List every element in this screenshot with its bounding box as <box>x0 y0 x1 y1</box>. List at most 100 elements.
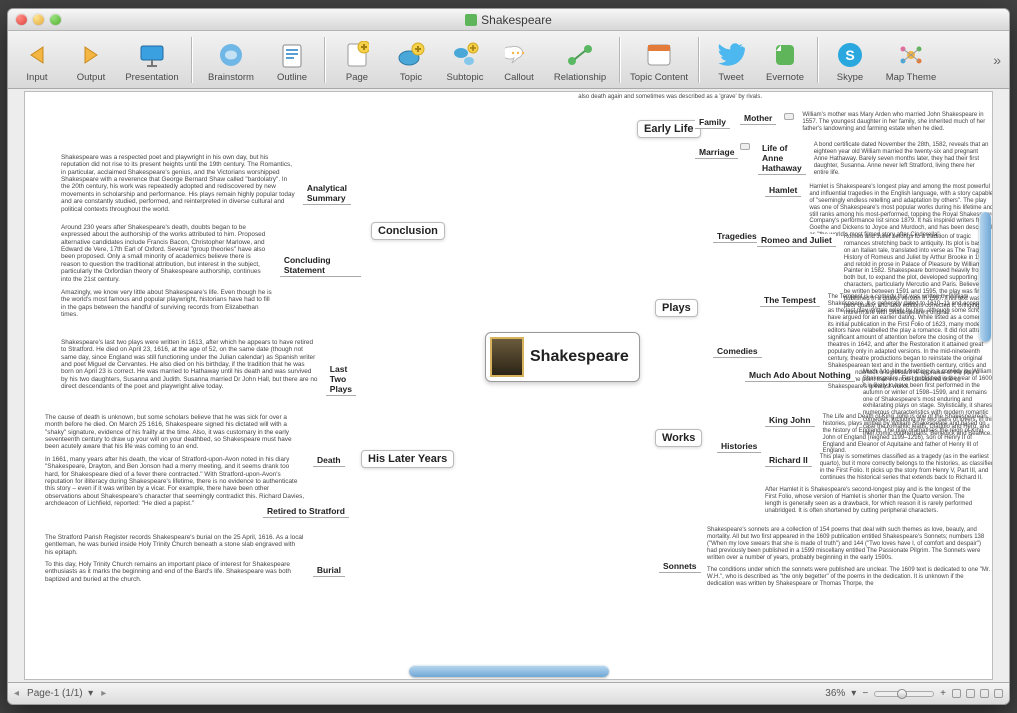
subtopic-family[interactable]: Family <box>695 116 730 129</box>
evernote-button[interactable]: Evernote <box>758 37 812 83</box>
page-menu[interactable]: Page-1 (1/1) ▾ <box>27 688 93 699</box>
subtopic-button[interactable]: Subtopic <box>438 37 492 83</box>
callout-button[interactable]: Callout <box>492 37 546 83</box>
separator <box>817 37 818 83</box>
traffic-lights <box>16 14 61 25</box>
subtopic-burial[interactable]: Burial <box>313 564 345 577</box>
subtopic-concluding-statement[interactable]: Concluding Statement <box>280 254 361 277</box>
subtopic-last-two-plays[interactable]: Last Two Plays <box>326 363 356 396</box>
skype-button[interactable]: S Skype <box>823 37 877 83</box>
outline-icon <box>277 40 307 70</box>
view-mode-4-icon[interactable] <box>994 689 1003 698</box>
topic-conclusion[interactable]: Conclusion <box>371 222 445 240</box>
brainstorm-icon <box>216 40 246 70</box>
note-sonnets-pre: After Hamlet it is Shakespeare's second-… <box>765 487 975 515</box>
subtopic-histories[interactable]: Histories <box>717 440 761 453</box>
leaf-anne[interactable]: Life of Anne Hathaway <box>758 142 806 175</box>
view-mode-1-icon[interactable] <box>952 689 961 698</box>
callout-icon <box>504 40 534 70</box>
view-mode-icons <box>952 689 1003 698</box>
note-burial-2: To this day, Holy Trinity Church remains… <box>45 561 305 583</box>
app-window: Shakespeare Input Output Presentat <box>7 8 1010 705</box>
clipped-note: also death again and sometimes was descr… <box>578 94 762 101</box>
topic-later-years[interactable]: His Later Years <box>361 450 454 468</box>
view-mode-2-icon[interactable] <box>966 689 975 698</box>
note-concluding-2: Amazingly, we know very little about Sha… <box>61 289 272 318</box>
root-topic[interactable]: Shakespeare <box>485 332 640 382</box>
leaf-mother[interactable]: Mother <box>740 112 776 125</box>
note-mother: William's mother was Mary Arden who marr… <box>802 112 990 133</box>
input-button[interactable]: Input <box>10 37 64 83</box>
close-icon[interactable] <box>16 14 27 25</box>
note-richard-ii: This play is sometimes classified as a t… <box>820 454 993 482</box>
separator <box>324 37 325 83</box>
map-theme-button[interactable]: Map Theme <box>877 37 945 83</box>
view-mode-3-icon[interactable] <box>980 689 989 698</box>
presentation-button[interactable]: Presentation <box>118 37 186 83</box>
skype-icon: S <box>835 40 865 70</box>
zoom-menu-icon[interactable]: ▾ <box>851 688 856 699</box>
vertical-scrollbar[interactable] <box>979 212 991 342</box>
topic-works[interactable]: Works <box>655 429 702 447</box>
presentation-icon <box>137 40 167 70</box>
topic-button[interactable]: Topic <box>384 37 438 83</box>
output-button[interactable]: Output <box>64 37 118 83</box>
mindmap-canvas[interactable]: also death again and sometimes was descr… <box>24 91 993 680</box>
leaf-tempest[interactable]: The Tempest <box>760 294 820 307</box>
page-icon <box>342 40 372 70</box>
zoom-in-icon[interactable]: + <box>940 688 946 699</box>
subtopic-comedies[interactable]: Comedies <box>713 345 762 358</box>
topic-content-button[interactable]: Topic Content <box>625 37 693 83</box>
topic-plays[interactable]: Plays <box>655 299 698 317</box>
toolbar: Input Output Presentation Brains <box>8 31 1009 89</box>
subtopic-sonnets[interactable]: Sonnets <box>659 560 701 573</box>
chevron-left-icon[interactable]: ◂ <box>14 688 19 699</box>
note-sonnets-3: The conditions under which the sonnets w… <box>707 567 992 588</box>
attachment-icon[interactable] <box>784 113 794 120</box>
evernote-icon <box>770 40 800 70</box>
note-burial-1: The Stratford Parish Register records Sh… <box>45 534 305 556</box>
note-sonnets-2: Shakespeare's sonnets are a collection o… <box>707 527 992 561</box>
subtopic-tragedies[interactable]: Tragedies <box>713 230 761 243</box>
leaf-romeo[interactable]: Romeo and Juliet <box>757 234 836 247</box>
portrait-image <box>490 337 524 377</box>
zoom-out-icon[interactable]: − <box>862 688 868 699</box>
svg-text:S: S <box>845 47 854 63</box>
subtopic-retired[interactable]: Retired to Stratford <box>263 505 349 518</box>
relationship-button[interactable]: Relationship <box>546 37 614 83</box>
note-analytical-summary: Shakespeare was a respected poet and pla… <box>61 154 295 213</box>
separator <box>191 37 192 83</box>
leaf-much-ado[interactable]: Much Ado About Nothing <box>745 369 855 382</box>
slider-knob[interactable] <box>897 689 907 699</box>
topic-icon <box>396 40 426 70</box>
brainstorm-button[interactable]: Brainstorm <box>197 37 265 83</box>
note-death-1: The cause of death is unknown, but some … <box>45 414 305 451</box>
map-theme-icon <box>896 40 926 70</box>
subtopic-death[interactable]: Death <box>313 454 345 467</box>
document-icon <box>465 14 477 26</box>
chevron-right-icon[interactable]: ▸ <box>101 688 106 699</box>
leaf-king-john[interactable]: King John <box>765 414 815 427</box>
attachment-icon[interactable] <box>740 143 750 150</box>
subtopic-analytical-summary[interactable]: Analytical Summary <box>303 182 351 205</box>
window-title: Shakespeare <box>481 13 552 27</box>
minimize-icon[interactable] <box>33 14 44 25</box>
page-button[interactable]: Page <box>330 37 384 83</box>
statusbar: ◂ Page-1 (1/1) ▾ ▸ 36% ▾ − + <box>8 682 1009 704</box>
topic-early-life[interactable]: Early Life <box>637 120 701 138</box>
horizontal-scrollbar[interactable] <box>409 665 609 677</box>
note-death-2: In 1661, many years after his death, the… <box>45 456 305 508</box>
root-label: Shakespeare <box>530 348 629 366</box>
outline-button[interactable]: Outline <box>265 37 319 83</box>
leaf-richard-ii[interactable]: Richard II <box>765 454 812 467</box>
tweet-button[interactable]: Tweet <box>704 37 758 83</box>
zoom-icon[interactable] <box>50 14 61 25</box>
topic-content-icon <box>644 40 674 70</box>
subtopic-marriage[interactable]: Marriage <box>695 146 738 159</box>
separator <box>619 37 620 83</box>
zoom-slider[interactable] <box>874 691 934 697</box>
note-anne: A bond certificate dated November the 28… <box>814 142 990 176</box>
note-hamlet: Hamlet is Shakespeare's longest play and… <box>809 184 993 239</box>
leaf-hamlet[interactable]: Hamlet <box>765 184 801 197</box>
toolbar-overflow-icon[interactable]: » <box>987 52 1007 68</box>
